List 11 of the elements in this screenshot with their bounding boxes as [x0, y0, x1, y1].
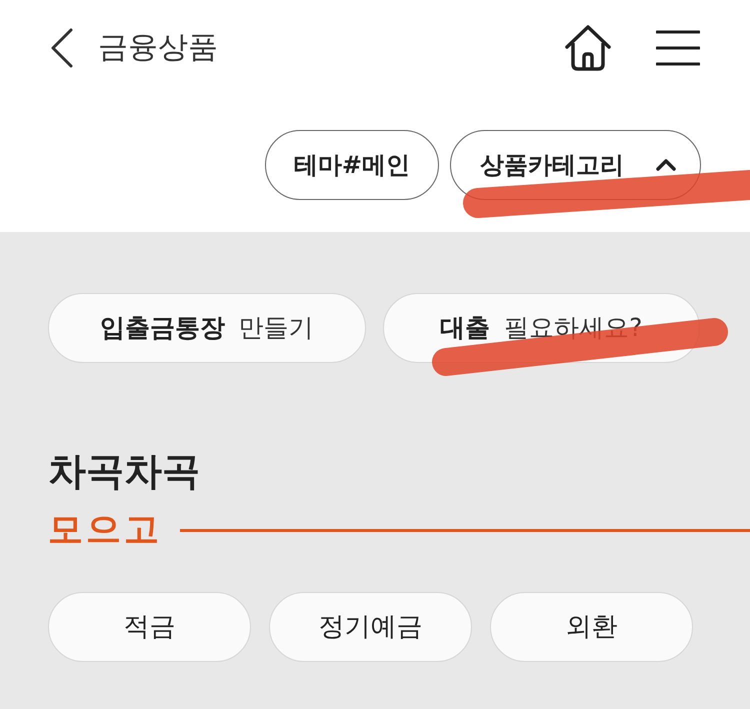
category-chip[interactable]: 외환 [490, 592, 693, 662]
menu-icon[interactable] [656, 30, 700, 66]
section-subtitle: 모으고 [48, 509, 162, 551]
back-icon[interactable] [50, 28, 74, 68]
home-icon[interactable] [564, 24, 612, 70]
category-chip[interactable]: 적금 [48, 592, 251, 662]
theme-button[interactable]: 테마#메인 [264, 130, 439, 200]
section-title: 차곡차곡 [48, 448, 200, 495]
category-chip[interactable]: 정기예금 [269, 592, 472, 662]
quick-link-button[interactable]: 입출금통장 만들기 [48, 293, 366, 363]
page-title: 금융상품 [98, 29, 218, 67]
